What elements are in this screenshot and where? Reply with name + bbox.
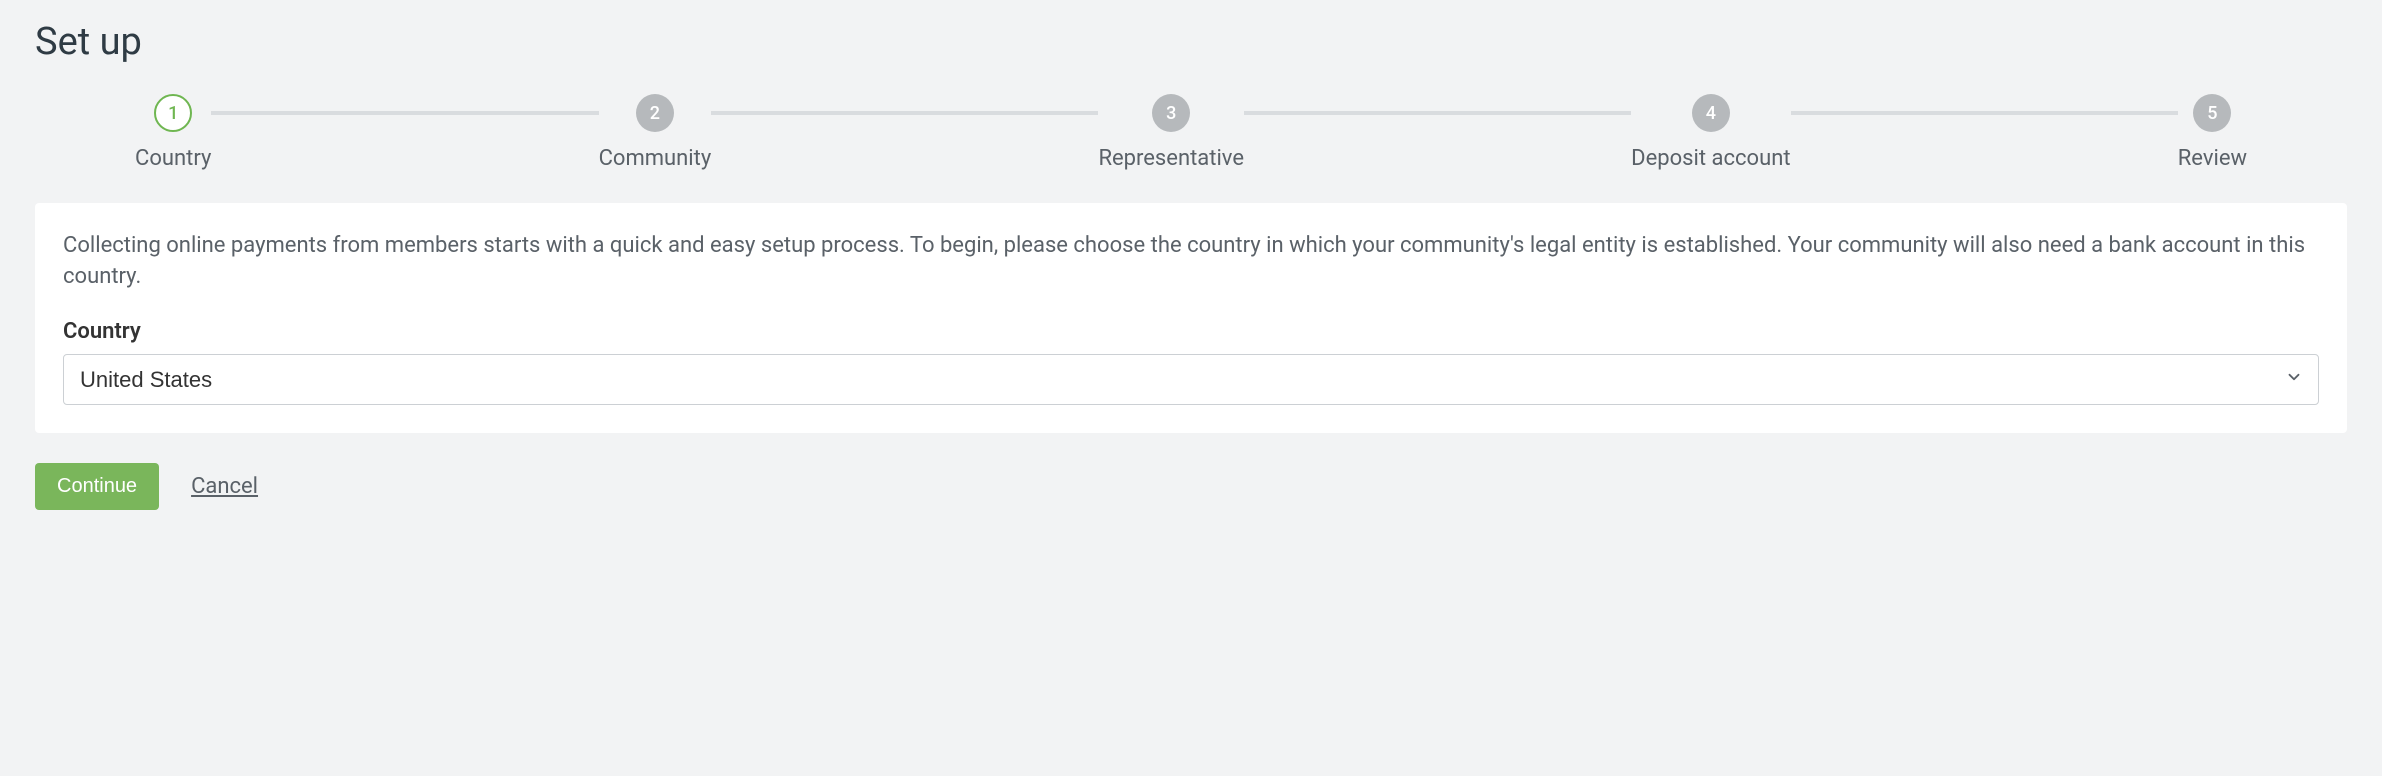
step-label: Deposit account — [1631, 146, 1790, 171]
step-country: 1 Country — [135, 94, 211, 171]
step-circle: 3 — [1152, 94, 1190, 132]
step-label: Country — [135, 146, 211, 171]
step-label: Community — [599, 146, 712, 171]
step-connector — [211, 111, 598, 115]
step-connector — [1791, 111, 2178, 115]
step-representative: 3 Representative — [1098, 94, 1244, 171]
step-circle: 4 — [1692, 94, 1730, 132]
country-select[interactable]: United States — [63, 354, 2319, 405]
step-label: Review — [2178, 146, 2247, 171]
country-select-wrapper: United States — [63, 354, 2319, 405]
card-description: Collecting online payments from members … — [63, 231, 2319, 293]
setup-card: Collecting online payments from members … — [35, 203, 2347, 433]
step-circle: 5 — [2193, 94, 2231, 132]
page-title: Set up — [35, 20, 2347, 64]
step-review: 5 Review — [2178, 94, 2247, 171]
step-connector — [1244, 111, 1631, 115]
country-label: Country — [63, 319, 2319, 344]
step-label: Representative — [1098, 146, 1244, 171]
step-circle: 1 — [154, 94, 192, 132]
step-community: 2 Community — [599, 94, 712, 171]
step-circle: 2 — [636, 94, 674, 132]
actions-row: Continue Cancel — [35, 463, 2347, 510]
continue-button[interactable]: Continue — [35, 463, 159, 510]
step-connector — [711, 111, 1098, 115]
step-deposit-account: 4 Deposit account — [1631, 94, 1790, 171]
cancel-link[interactable]: Cancel — [191, 474, 258, 499]
progress-stepper: 1 Country 2 Community 3 Representative 4… — [35, 94, 2347, 171]
